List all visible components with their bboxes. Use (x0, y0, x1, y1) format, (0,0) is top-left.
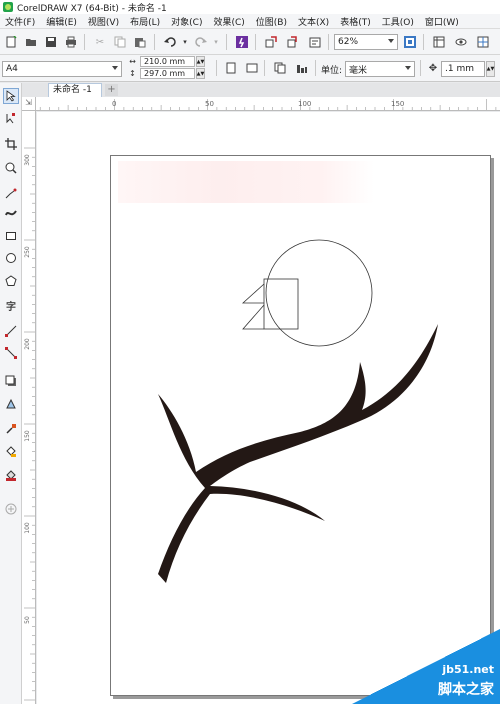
watermark: jb51.net 脚本之家 (352, 629, 500, 704)
drawn-rectangle[interactable] (263, 278, 299, 330)
drawn-upper-triangle[interactable] (241, 283, 265, 304)
drawing-layer (158, 239, 438, 583)
watermark-site: jb51.net (442, 663, 494, 676)
brush-stroke-branch[interactable] (158, 324, 438, 583)
watermark-text: 脚本之家 (438, 682, 494, 698)
drawn-lower-triangle[interactable] (242, 304, 265, 330)
drawn-circle[interactable] (265, 239, 373, 347)
